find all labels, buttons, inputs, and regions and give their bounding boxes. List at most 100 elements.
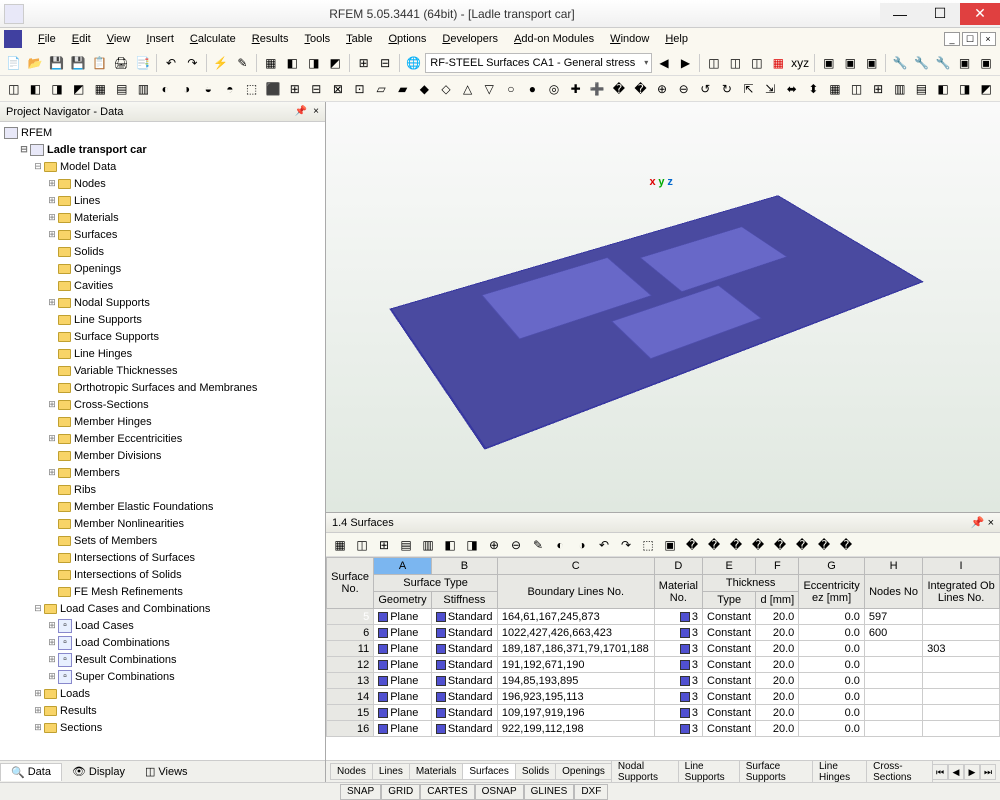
misc2-icon[interactable]: ▣: [841, 53, 860, 73]
tool-22-icon[interactable]: ▽: [479, 79, 499, 99]
menu-table[interactable]: Table: [338, 31, 380, 47]
dp-tab-materials[interactable]: Materials: [409, 763, 464, 780]
tree-member-divisions[interactable]: Member Divisions: [4, 447, 321, 464]
view2-icon[interactable]: ◫: [726, 53, 745, 73]
tree-nodes[interactable]: ⊞Nodes: [4, 175, 321, 192]
tree-member-elastic-foundations[interactable]: Member Elastic Foundations: [4, 498, 321, 515]
table-icon[interactable]: ⊞: [354, 53, 373, 73]
menu-calculate[interactable]: Calculate: [182, 31, 244, 47]
view3-icon[interactable]: ◫: [747, 53, 766, 73]
dp-tab-openings[interactable]: Openings: [555, 763, 612, 780]
status-snap[interactable]: SNAP: [340, 784, 381, 800]
globe-icon[interactable]: 🌐: [404, 53, 423, 73]
menu-tools[interactable]: Tools: [296, 31, 338, 47]
dp-tool-4-icon[interactable]: ▥: [418, 535, 438, 555]
tree-intersections-of-solids[interactable]: Intersections of Solids: [4, 566, 321, 583]
nav-tab-display[interactable]: 👁Display: [62, 763, 135, 780]
mdi-minimize-button[interactable]: _: [944, 32, 960, 46]
tool-32-icon[interactable]: ↺: [696, 79, 716, 99]
dp-tool-5-icon[interactable]: ◧: [440, 535, 460, 555]
tree-surface-supports[interactable]: Surface Supports: [4, 328, 321, 345]
tool-28-icon[interactable]: �: [609, 79, 629, 99]
dp-tool-3-icon[interactable]: ▤: [396, 535, 416, 555]
legend-icon[interactable]: xyz: [790, 53, 810, 73]
dp-tab-nodal-supports[interactable]: Nodal Supports: [611, 760, 679, 782]
tool-26-icon[interactable]: ✚: [566, 79, 586, 99]
tree-ribs[interactable]: Ribs: [4, 481, 321, 498]
tool-9-icon[interactable]: ◒: [198, 79, 218, 99]
dp-tool-8-icon[interactable]: ⊖: [506, 535, 526, 555]
menu-view[interactable]: View: [99, 31, 139, 47]
tool-16-icon[interactable]: ⊡: [350, 79, 370, 99]
tree-orthotropic-surfaces-and-membranes[interactable]: Orthotropic Surfaces and Membranes: [4, 379, 321, 396]
tree-cross-sections[interactable]: ⊞Cross-Sections: [4, 396, 321, 413]
dp-tab-cross-sections[interactable]: Cross-Sections: [866, 760, 933, 782]
calc-icon[interactable]: ▦: [261, 53, 280, 73]
tree-load-group[interactable]: ⊟Load Cases and Combinations: [4, 600, 321, 617]
tree-member-nonlinearities[interactable]: Member Nonlinearities: [4, 515, 321, 532]
tree-lines[interactable]: ⊞Lines: [4, 192, 321, 209]
status-glines[interactable]: GLINES: [524, 784, 575, 800]
copy-icon[interactable]: 📋: [90, 53, 109, 73]
dp-tool-20-icon[interactable]: �: [770, 535, 790, 555]
dp-tab-surface-supports[interactable]: Surface Supports: [739, 760, 813, 782]
tool-20-icon[interactable]: ◇: [436, 79, 456, 99]
dp-tool-16-icon[interactable]: �: [682, 535, 702, 555]
tool-45-icon[interactable]: ◩: [976, 79, 996, 99]
new-icon[interactable]: 📄: [4, 53, 23, 73]
tool-42-icon[interactable]: ▤: [912, 79, 932, 99]
tool-41-icon[interactable]: ▥: [890, 79, 910, 99]
tool-27-icon[interactable]: ➕: [587, 79, 607, 99]
tree-load-combinations[interactable]: ⊞▫Load Combinations: [4, 634, 321, 651]
tree-member-hinges[interactable]: Member Hinges: [4, 413, 321, 430]
panel-close-icon[interactable]: ×: [313, 106, 319, 117]
tree-results[interactable]: ⊞Results: [4, 702, 321, 719]
case-dropdown[interactable]: RF-STEEL Surfaces CA1 - General stress: [425, 53, 652, 73]
panel-pin-icon[interactable]: 📌 ×: [971, 516, 994, 529]
tree-line-supports[interactable]: Line Supports: [4, 311, 321, 328]
tool-1-icon[interactable]: ◧: [26, 79, 46, 99]
minimize-button[interactable]: —: [880, 3, 920, 25]
dp-tool-17-icon[interactable]: �: [704, 535, 724, 555]
tool-8-icon[interactable]: ◑: [177, 79, 197, 99]
dp-tab-solids[interactable]: Solids: [515, 763, 556, 780]
save-as-icon[interactable]: 💾: [68, 53, 87, 73]
tool-18-icon[interactable]: ▰: [393, 79, 413, 99]
tool-13-icon[interactable]: ⊞: [285, 79, 305, 99]
tree-sets-of-members[interactable]: Sets of Members: [4, 532, 321, 549]
tool-7-icon[interactable]: ◐: [155, 79, 175, 99]
dp-tool-23-icon[interactable]: �: [836, 535, 856, 555]
3d-viewport[interactable]: x y z: [326, 102, 1000, 512]
nav-tab-data[interactable]: 🔍Data: [0, 763, 62, 781]
menu-file[interactable]: File: [30, 31, 64, 47]
tool-10-icon[interactable]: ◓: [220, 79, 240, 99]
tool-21-icon[interactable]: △: [458, 79, 478, 99]
dp-tool-2-icon[interactable]: ⊞: [374, 535, 394, 555]
dp-tool-19-icon[interactable]: �: [748, 535, 768, 555]
tree-variable-thicknesses[interactable]: Variable Thicknesses: [4, 362, 321, 379]
tool-19-icon[interactable]: ◆: [415, 79, 435, 99]
table-row[interactable]: 16 Plane Standard 922,199,112,198 3 Cons…: [327, 721, 1000, 737]
tool5-icon[interactable]: ▣: [976, 53, 995, 73]
dp-tab-lines[interactable]: Lines: [372, 763, 410, 780]
table-row[interactable]: 13 Plane Standard 194,85,193,895 3 Const…: [327, 673, 1000, 689]
pencil-icon[interactable]: ✎: [233, 53, 252, 73]
navigator-tree[interactable]: RFEM⊟Ladle transport car⊟Model Data⊞Node…: [0, 122, 325, 760]
tool3-icon[interactable]: 🔧: [933, 53, 952, 73]
tool-39-icon[interactable]: ◫: [847, 79, 867, 99]
tree-surfaces[interactable]: ⊞Surfaces: [4, 226, 321, 243]
menu-window[interactable]: Window: [602, 31, 657, 47]
tool-38-icon[interactable]: ▦: [825, 79, 845, 99]
tool-12-icon[interactable]: ⬛: [263, 79, 283, 99]
tool-17-icon[interactable]: ▱: [371, 79, 391, 99]
tree-cavities[interactable]: Cavities: [4, 277, 321, 294]
tool-25-icon[interactable]: ◎: [544, 79, 564, 99]
menu-add-on-modules[interactable]: Add-on Modules: [506, 31, 602, 47]
dp-tool-18-icon[interactable]: �: [726, 535, 746, 555]
dp-tab-surfaces[interactable]: Surfaces: [462, 763, 515, 780]
prev-icon[interactable]: ◀: [654, 53, 673, 73]
save-icon[interactable]: 💾: [47, 53, 66, 73]
tool-43-icon[interactable]: ◧: [933, 79, 953, 99]
tool2-icon[interactable]: 🔧: [912, 53, 931, 73]
tree-line-hinges[interactable]: Line Hinges: [4, 345, 321, 362]
